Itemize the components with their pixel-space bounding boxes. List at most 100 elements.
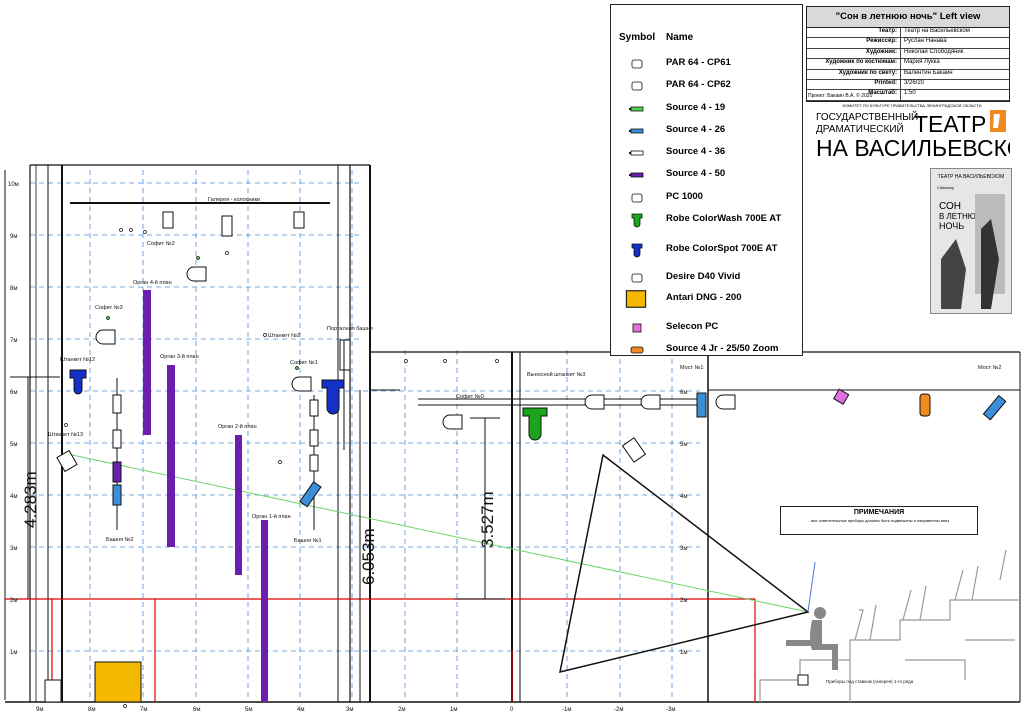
dimension-label: 4.283m bbox=[21, 471, 40, 528]
legend-item: Antari DNG - 200 bbox=[611, 288, 801, 310]
tower-2-label: Башня №2 bbox=[106, 537, 134, 543]
pc1000-icon bbox=[631, 193, 643, 203]
y-label: 3м bbox=[10, 546, 17, 552]
x-label: 8м bbox=[88, 707, 95, 713]
legend-item: Source 4 Jr - 25/50 Zoom bbox=[611, 339, 801, 361]
desire-d40-icon bbox=[56, 449, 78, 473]
legend-item: Selecon PC bbox=[611, 317, 801, 339]
source4-36-icon bbox=[629, 150, 644, 156]
right-scale-label: 6м bbox=[680, 390, 687, 396]
x-label: -2м bbox=[614, 707, 623, 713]
x-label: 0 bbox=[510, 707, 514, 713]
pc1000-icon bbox=[291, 376, 312, 392]
source4jr-icon bbox=[630, 346, 644, 354]
pc1000-icon bbox=[640, 394, 661, 410]
organ-bars bbox=[143, 290, 268, 702]
right-scale-label: 4м bbox=[680, 494, 687, 500]
pc1000-icon bbox=[584, 394, 605, 410]
pc1000-icon bbox=[186, 266, 207, 282]
x-axis: 9м 8м 7м 6м 5м 4м 3м 2м 1м 0 -1м -2м -3м bbox=[36, 707, 675, 713]
source4-50-icon bbox=[629, 172, 644, 178]
source4-26-icon bbox=[629, 128, 644, 134]
portal-tower-label: Порталная башня bbox=[327, 326, 373, 332]
x-label: 6м bbox=[193, 707, 200, 713]
title-block-key: Художник по свету: bbox=[807, 69, 901, 79]
shtanket-13-label: Штанкет №13 bbox=[48, 432, 83, 438]
notes-box: ПРИМЕЧАНИЯ - все осветительные приборы д… bbox=[780, 506, 978, 535]
par-icon bbox=[621, 437, 647, 463]
sofit-3-label: Софит №3 bbox=[95, 305, 123, 311]
legend-item-name: PAR 64 - CP61 bbox=[666, 57, 731, 68]
project-credit: Проект: Бакаин В.А. © 2020 bbox=[808, 93, 873, 99]
x-label: 5м bbox=[245, 707, 252, 713]
legend-item-name: Antari DNG - 200 bbox=[666, 292, 742, 303]
most-2-label: Мост №2 bbox=[978, 365, 1001, 371]
legend-item: Source 4 - 36 bbox=[611, 142, 801, 164]
legend-item: Desire D40 Vivid bbox=[611, 267, 801, 289]
svg-text:СОН: СОН bbox=[939, 201, 961, 212]
legend-item-name: Desire D40 Vivid bbox=[666, 271, 741, 282]
right-scale-label: 3м bbox=[680, 546, 687, 552]
play-poster: ТЕАТР НА ВАСИЛЬЕВСКОМ У.Шекспир СОН В ЛЕ… bbox=[930, 168, 1012, 314]
svg-text:У.Шекспир: У.Шекспир bbox=[937, 186, 954, 190]
x-label: -1м bbox=[562, 707, 571, 713]
par64-cp62-icon bbox=[631, 81, 643, 91]
legend-item: Source 4 - 19 bbox=[611, 98, 801, 120]
par-icon bbox=[221, 215, 233, 237]
sofit-1-label: Софит №1 bbox=[290, 360, 318, 366]
x-label: -3м bbox=[666, 707, 675, 713]
svg-text:ДРАМАТИЧЕСКИЙ: ДРАМАТИЧЕСКИЙ bbox=[816, 122, 904, 135]
sofit-0-label: Софит №0 bbox=[456, 394, 484, 400]
tower-1-label: Башня №1 bbox=[294, 538, 322, 544]
colorspot-icon bbox=[69, 369, 87, 395]
par-icon bbox=[339, 339, 351, 371]
small-dots bbox=[64, 228, 499, 708]
legend-item: PC 1000 bbox=[611, 187, 801, 209]
x-label: 3м bbox=[346, 707, 353, 713]
source4-19-icon bbox=[629, 106, 644, 112]
legend-item-name: Selecon PC bbox=[666, 321, 719, 332]
title-block-value: Валентин Бакаин bbox=[904, 69, 953, 76]
svg-text:НОЧЬ: НОЧЬ bbox=[939, 221, 964, 231]
title-block-key: Художник: bbox=[807, 48, 901, 59]
x-label: 4м bbox=[297, 707, 304, 713]
legend-item-name: Source 4 - 19 bbox=[666, 102, 726, 113]
par64-cp61-icon bbox=[631, 59, 643, 69]
y-label: 4м bbox=[10, 494, 17, 500]
svg-text:КОМИТЕТ ПО КУЛЬТУРЕ ПРАВИТЕЛЬС: КОМИТЕТ ПО КУЛЬТУРЕ ПРАВИТЕЛЬСТВА ЛЕНИНГ… bbox=[842, 103, 981, 108]
title-block-row: Режиссёр: Руслан Нанава bbox=[807, 38, 1009, 49]
legend-item-name: PAR 64 - CP62 bbox=[666, 79, 731, 90]
notes-body: - все осветительные приборы должны быть … bbox=[808, 518, 950, 523]
sight-line bbox=[71, 454, 809, 613]
source4-26-icon bbox=[696, 392, 707, 418]
beam-triangle bbox=[559, 453, 810, 674]
antari-icon bbox=[625, 290, 647, 308]
pc1000-icon bbox=[95, 329, 116, 345]
pc1000-icon bbox=[442, 414, 463, 430]
y-label: 10м bbox=[8, 182, 19, 188]
legend-item: Source 4 - 26 bbox=[611, 120, 801, 142]
organ-1-label: Орган 1-й план bbox=[252, 513, 291, 520]
title-block-value: Николай Слободяник bbox=[904, 48, 964, 55]
source4jr-icon bbox=[919, 393, 931, 417]
par-icon bbox=[162, 211, 174, 229]
colorspot-icon bbox=[631, 243, 643, 258]
vynos-label: Выносной штанкет №3 bbox=[527, 371, 585, 378]
bottom-fixture bbox=[797, 674, 809, 686]
title-block-value: 1:50 bbox=[904, 90, 916, 97]
x-label: 9м bbox=[36, 707, 43, 713]
y-label: 1м bbox=[10, 650, 17, 656]
legend-item: Robe ColorWash 700E AT bbox=[611, 209, 801, 231]
desire-d40-icon bbox=[631, 273, 643, 283]
gallery-label: Галерея - колосники bbox=[208, 197, 260, 203]
title-block-value: Театр на Васильевском bbox=[904, 28, 970, 34]
legend-item: PAR 64 - CP61 bbox=[611, 53, 801, 75]
legend-item-name: Source 4 - 50 bbox=[666, 168, 726, 179]
right-scale-label: 1м bbox=[680, 650, 687, 656]
legend-item-name: Source 4 - 26 bbox=[666, 124, 726, 135]
selecon-icon bbox=[632, 323, 642, 333]
legend-panel: Symbol Name PAR 64 - CP61 PAR 64 - CP62 So… bbox=[610, 4, 803, 356]
antari-icon bbox=[94, 661, 142, 703]
source4-26-icon bbox=[982, 394, 1007, 421]
legend-item-name: Robe ColorSpot 700E AT bbox=[666, 243, 778, 254]
